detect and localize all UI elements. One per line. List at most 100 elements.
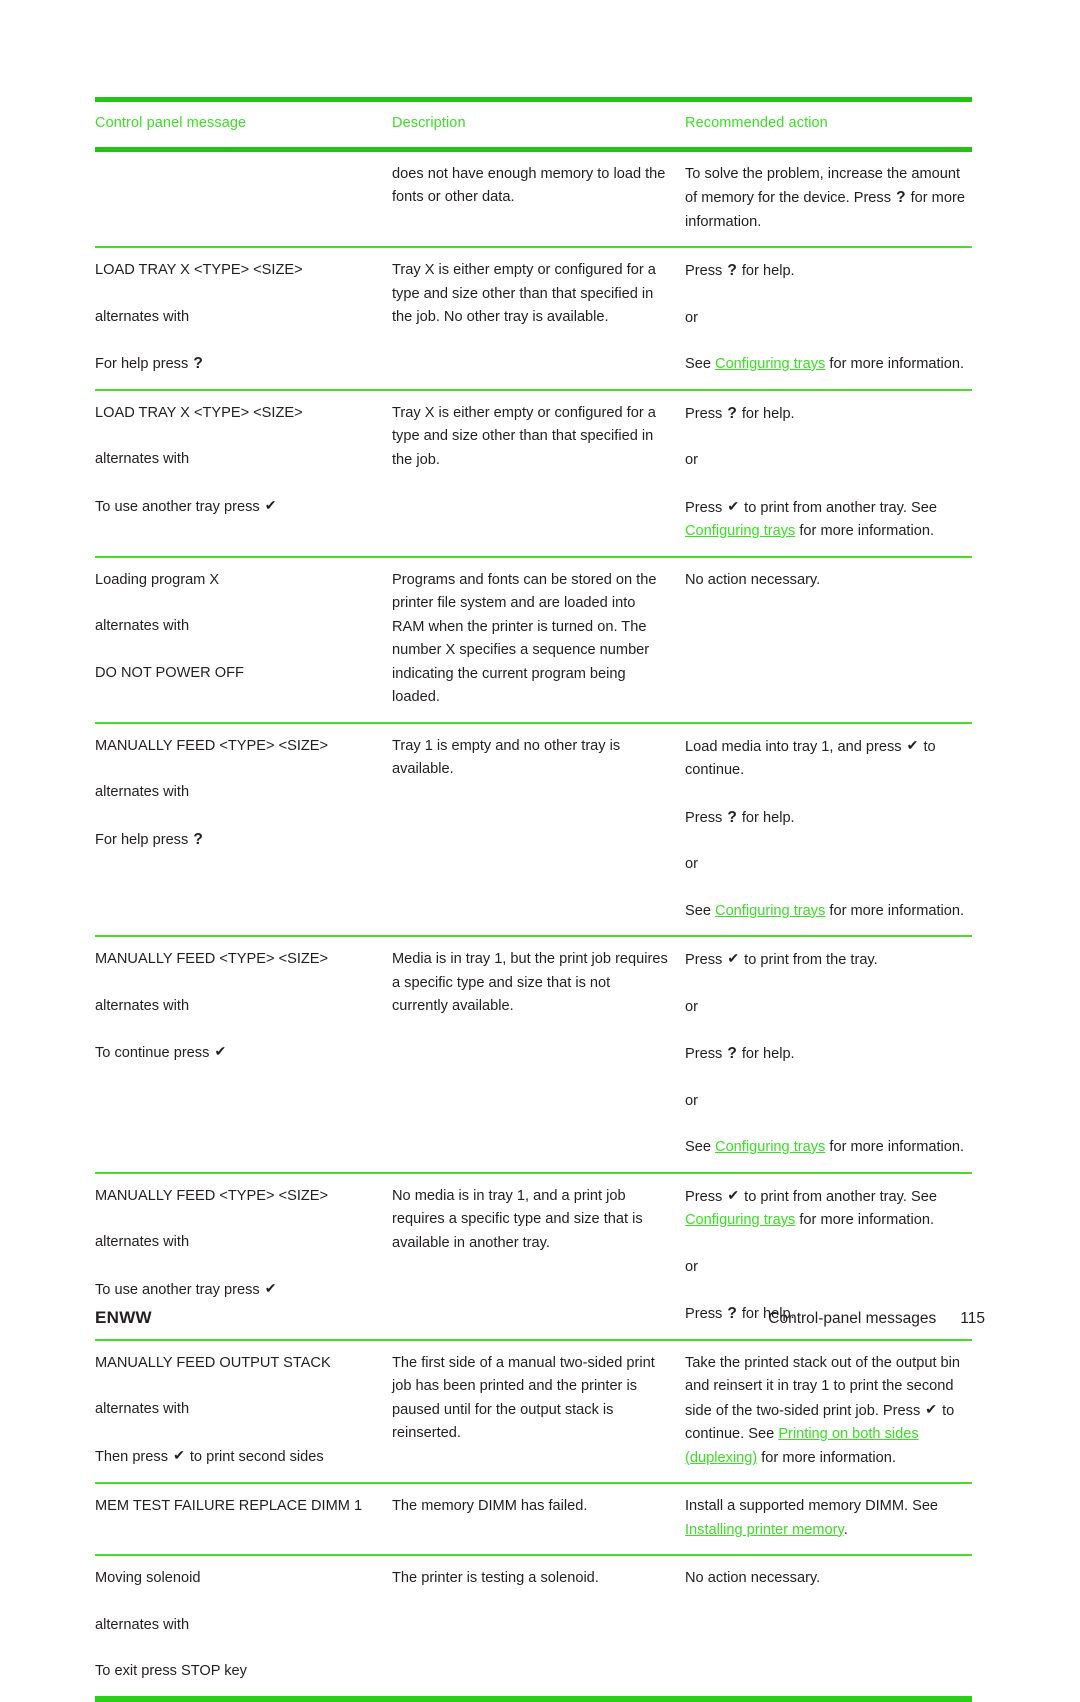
row-action-cell: No action necessary.	[685, 569, 972, 710]
table-header-row: Control panel message Description Recomm…	[95, 102, 972, 147]
action-press-2: Press ? for help.	[685, 1042, 968, 1067]
action-load-pre: Load media into tray 1, and press	[685, 738, 906, 755]
row-message-cell: MANUALLY FEED <TYPE> <SIZE> alternates w…	[95, 1185, 392, 1327]
page-footer: ENWW Control-panel messages 115	[95, 1308, 985, 1328]
message-line-1: MANUALLY FEED OUTPUT STACK	[95, 1354, 331, 1371]
action-see: See Configuring trays for more informati…	[685, 353, 968, 377]
footer-page-number: 115	[960, 1310, 985, 1327]
row-action-cell: To solve the problem, increase the amoun…	[685, 163, 972, 235]
description-text: Media is in tray 1, but the print job re…	[392, 951, 668, 1014]
description-text: Tray X is either empty or configured for…	[392, 404, 656, 468]
footer-locale-label: ENWW	[95, 1308, 152, 1327]
footer-section-label: Control-panel messages 115	[768, 1310, 985, 1328]
select-key-icon: ✔	[727, 1186, 740, 1203]
column-header-description: Description	[392, 115, 466, 131]
alternates-label: alternates with	[95, 1401, 190, 1417]
table-row: does not have enough memory to load the …	[95, 152, 972, 247]
action-pre: Take the printed stack out of the output…	[685, 1354, 961, 1419]
message-line-1: MANUALLY FEED <TYPE> <SIZE>	[95, 737, 329, 754]
message-line-2: To continue press ✔	[95, 1041, 378, 1066]
action-press2-post: for help.	[737, 1046, 795, 1062]
action-press-pre: Press	[685, 809, 727, 826]
row-message-cell: MANUALLY FEED <TYPE> <SIZE> alternates w…	[95, 948, 392, 1160]
action-see-pre: See	[685, 902, 716, 919]
help-key-icon: ?	[727, 404, 737, 422]
message-line-2-text: For help press	[95, 831, 193, 848]
row-description-cell: The memory DIMM has failed.	[392, 1495, 685, 1542]
link-configuring-trays[interactable]: Configuring trays	[715, 1139, 825, 1155]
message-line-2-pre: Then press	[95, 1448, 173, 1465]
document-page: Control panel message Description Recomm…	[0, 0, 1080, 1702]
select-key-icon: ✔	[264, 1279, 277, 1296]
action-press: Press ? for help.	[685, 402, 968, 427]
row-message-cell	[95, 163, 392, 235]
message-line-1: Moving solenoid	[95, 1570, 201, 1586]
message-line-2: To use another tray press ✔	[95, 495, 378, 520]
action-see-pre: See	[685, 356, 716, 372]
action-text: No action necessary.	[685, 571, 821, 588]
row-action-cell: Press ? for help. or See Configuring tra…	[685, 259, 972, 377]
action-text: No action necessary.	[685, 1570, 821, 1586]
alternates-label: alternates with	[95, 1616, 190, 1633]
action-or: or	[685, 452, 698, 468]
action-see-pre: See	[685, 1139, 716, 1155]
action-or: or	[685, 1258, 698, 1275]
column-header-recommended-action: Recommended action	[685, 115, 828, 131]
action-pre: Install a supported memory DIMM. See	[685, 1498, 939, 1514]
row-message-cell: Loading program X alternates with DO NOT…	[95, 569, 392, 710]
control-panel-messages-table: Control panel message Description Recomm…	[95, 97, 972, 1702]
action-press1-post: to print from the tray.	[740, 952, 878, 968]
message-line-1: MANUALLY FEED <TYPE> <SIZE>	[95, 1187, 329, 1204]
help-key-icon: ?	[727, 1045, 737, 1062]
help-key-icon: ?	[727, 808, 737, 826]
row-action-cell: Press ✔ to print from the tray. or Press…	[685, 948, 972, 1160]
action-link-post: for more information.	[795, 523, 935, 539]
help-key-icon: ?	[896, 189, 906, 206]
action-text: Take the printed stack out of the output…	[685, 1352, 968, 1471]
action-press-post: for help.	[737, 405, 795, 422]
table-row: MEM TEST FAILURE REPLACE DIMM 1 The memo…	[95, 1484, 972, 1554]
footer-section-title: Control-panel messages	[768, 1310, 937, 1327]
link-configuring-trays[interactable]: Configuring trays	[715, 903, 825, 919]
row-description-cell: The first side of a manual two-sided pri…	[392, 1352, 685, 1471]
row-message-cell: Moving solenoid alternates with To exit …	[95, 1567, 392, 1684]
row-description-cell: does not have enough memory to load the …	[392, 163, 685, 235]
link-configuring-trays[interactable]: Configuring trays	[685, 1212, 795, 1228]
row-description-cell: No media is in tray 1, and a print job r…	[392, 1185, 685, 1327]
message-line-2: For help press ?	[95, 352, 378, 377]
row-action-cell: No action necessary.	[685, 1567, 972, 1684]
description-text: does not have enough memory to load the …	[392, 165, 666, 206]
select-key-icon: ✔	[906, 736, 919, 753]
action-see: See Configuring trays for more informati…	[685, 1136, 968, 1160]
link-configuring-trays[interactable]: Configuring trays	[715, 356, 825, 372]
action-press-1: Press ✔ to print from another tray. See …	[685, 1185, 968, 1233]
message-line-2: DO NOT POWER OFF	[95, 664, 244, 681]
action-see: See Configuring trays for more informati…	[685, 900, 968, 924]
action-press2-pre: Press	[685, 499, 727, 516]
row-description-cell: Tray 1 is empty and no other tray is ava…	[392, 735, 685, 924]
row-action-cell: Press ✔ to print from another tray. See …	[685, 1185, 972, 1327]
table-row: MANUALLY FEED <TYPE> <SIZE> alternates w…	[95, 937, 972, 1172]
help-key-icon: ?	[193, 830, 203, 848]
link-installing-printer-memory[interactable]: Installing printer memory	[685, 1522, 844, 1538]
action-press2-pre: Press	[685, 1046, 727, 1062]
link-configuring-trays[interactable]: Configuring trays	[685, 523, 795, 539]
table-row: Loading program X alternates with DO NOT…	[95, 558, 972, 722]
row-action-cell: Take the printed stack out of the output…	[685, 1352, 972, 1471]
description-text: Programs and fonts can be stored on the …	[392, 571, 657, 706]
help-key-icon: ?	[193, 355, 203, 372]
description-text: No media is in tray 1, and a print job r…	[392, 1187, 643, 1251]
message-line-1: LOAD TRAY X <TYPE> <SIZE>	[95, 262, 303, 278]
action-or: or	[685, 856, 698, 872]
select-key-icon: ✔	[214, 1043, 227, 1059]
alternates-label: alternates with	[95, 784, 190, 800]
action-press: Press ? for help.	[685, 259, 968, 284]
message-line-2-post: to print second sides	[185, 1448, 324, 1465]
action-see-post: for more information.	[825, 902, 965, 919]
action-link-post: for more information.	[795, 1212, 935, 1228]
message-line-2-text: For help press	[95, 356, 193, 372]
column-header-control-panel-message: Control panel message	[95, 115, 247, 131]
message-line-2-text: To use another tray press	[95, 498, 264, 515]
action-press-pre: Press	[685, 405, 727, 422]
row-action-cell: Press ? for help. or Press ✔ to print fr…	[685, 402, 972, 544]
